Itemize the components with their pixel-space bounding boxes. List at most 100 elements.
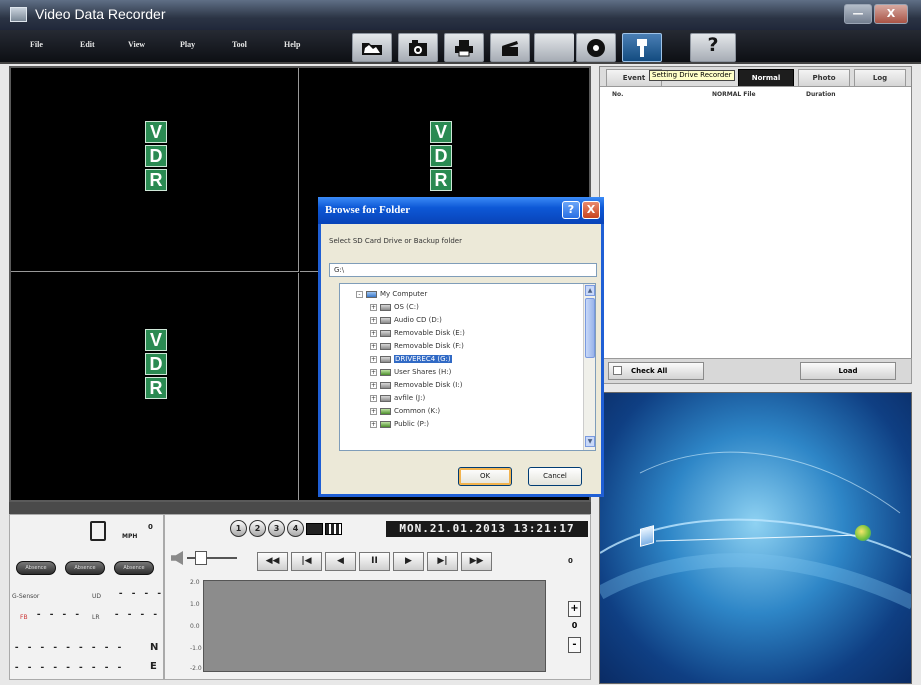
file-list-panel: Event Normal Photo Log Setting Drive Rec… [599, 66, 912, 384]
column-duration[interactable]: Duration [806, 91, 836, 98]
help-button[interactable]: ? [690, 33, 736, 62]
volume-slider-thumb[interactable] [195, 551, 207, 565]
drive-icon [380, 381, 391, 389]
minimize-button[interactable]: — [844, 4, 872, 24]
rewind-button[interactable]: ◀◀ [257, 552, 288, 571]
menu-help[interactable]: Help [284, 40, 300, 49]
tree-item[interactable]: + Removable Disk (I:) [370, 379, 462, 391]
close-button[interactable]: X [874, 4, 908, 24]
logo-letter-r: R [145, 377, 167, 399]
tree-scrollbar[interactable]: ▲ ▼ [583, 284, 595, 450]
clip-button[interactable] [490, 33, 530, 62]
tree-item[interactable]: + avfile (J:) [370, 392, 425, 404]
tree-item-my-computer[interactable]: - My Computer [356, 288, 427, 300]
volume-icon [171, 551, 183, 565]
menu-edit[interactable]: Edit [80, 40, 95, 49]
logo-letter-v: V [145, 121, 167, 143]
disc-button[interactable] [576, 33, 616, 62]
tree-label: Audio CD (D:) [394, 316, 442, 324]
drive-icon [380, 303, 391, 311]
tree-item[interactable]: + Public (P:) [370, 418, 429, 430]
tree-item[interactable]: + User Shares (H:) [370, 366, 451, 378]
y-tick-label: 0.0 [190, 623, 200, 630]
usb-icon [637, 39, 647, 57]
tree-label: Common (K:) [394, 407, 441, 415]
print-button[interactable] [444, 33, 484, 62]
drive-icon [380, 342, 391, 350]
separator-button [534, 33, 574, 62]
folder-tree[interactable]: - My Computer + OS (C:) + Audio CD (D:) + Re… [339, 283, 596, 451]
pause-button[interactable]: II [359, 552, 390, 571]
vdr-logo: V D R [430, 121, 452, 193]
window-title: Video Data Recorder [35, 6, 166, 22]
tab-photo[interactable]: Photo [798, 69, 850, 86]
next-button[interactable]: ▶| [427, 552, 458, 571]
tree-label: User Shares (H:) [394, 368, 452, 376]
start-marker-icon [640, 525, 654, 547]
browse-folder-dialog: Browse for Folder ? X Select SD Card Dri… [318, 197, 604, 497]
tree-item[interactable]: + OS (C:) [370, 301, 419, 313]
drive-icon [380, 394, 391, 402]
timeline-bar[interactable] [9, 502, 591, 514]
tree-item[interactable]: + Removable Disk (E:) [370, 327, 465, 339]
check-all-button[interactable]: Check All [608, 362, 704, 380]
tab-normal[interactable]: Normal [738, 69, 794, 86]
previous-button[interactable]: |◀ [291, 552, 322, 571]
ud-label: UD [92, 593, 102, 600]
video-data-recorder-window: Video Data Recorder — X File Edit View P… [0, 0, 921, 685]
fb-label: FB [20, 614, 28, 621]
column-no[interactable]: No. [612, 91, 623, 98]
channel-4-button[interactable]: 4 [287, 520, 304, 537]
zoom-in-button[interactable]: + [568, 601, 581, 617]
g-sensor-graph[interactable] [203, 580, 546, 672]
dialog-close-button[interactable]: X [582, 201, 600, 219]
play-button[interactable]: ▶ [393, 552, 424, 571]
speed-indicator: 0 [148, 523, 153, 531]
load-button[interactable]: Load [800, 362, 896, 380]
network-drive-icon [380, 420, 391, 428]
fast-forward-button[interactable]: ▶▶ [461, 552, 492, 571]
menu-tool[interactable]: Tool [232, 40, 247, 49]
scroll-down-icon[interactable]: ▼ [585, 436, 595, 447]
datetime-display: MON.21.01.2013 13:21:17 [386, 521, 588, 537]
logo-letter-r: R [430, 169, 452, 191]
video-channel-1[interactable]: V D R [11, 68, 299, 272]
tree-item[interactable]: + Removable Disk (F:) [370, 340, 464, 352]
folder-path-field[interactable]: G:\ [329, 263, 597, 277]
logo-letter-d: D [430, 145, 452, 167]
dialog-help-button[interactable]: ? [562, 201, 580, 219]
device-settings-button[interactable] [622, 33, 662, 62]
menu-play[interactable]: Play [180, 40, 195, 49]
east-value: - - - - - - - - - [14, 663, 124, 673]
cancel-button[interactable]: Cancel [528, 467, 582, 486]
playback-panel: 1 2 3 4 MON.21.01.2013 13:21:17 ◀◀ |◀ ◀ … [164, 514, 591, 680]
channel-1-button[interactable]: 1 [230, 520, 247, 537]
logo-letter-d: D [145, 353, 167, 375]
menu-toolbar: File Edit View Play Tool Help ? [0, 30, 921, 64]
video-channel-3[interactable]: V D R [11, 273, 299, 500]
checkbox[interactable] [613, 366, 622, 375]
menu-view[interactable]: View [128, 40, 145, 49]
tab-log[interactable]: Log [854, 69, 906, 86]
ok-button[interactable]: OK [458, 467, 512, 486]
channel-2-button[interactable]: 2 [249, 520, 266, 537]
scroll-thumb[interactable] [585, 298, 595, 358]
step-back-button[interactable]: ◀ [325, 552, 356, 571]
tree-item[interactable]: + Audio CD (D:) [370, 314, 442, 326]
zoom-out-button[interactable]: - [568, 637, 581, 653]
quad-view-button[interactable] [325, 523, 342, 535]
snapshot-button[interactable] [398, 33, 438, 62]
open-folder-button[interactable] [352, 33, 392, 62]
logo-letter-r: R [145, 169, 167, 191]
single-view-button[interactable] [306, 523, 323, 535]
column-normal-file[interactable]: NORMAL File [712, 91, 756, 98]
camera-icon [409, 40, 427, 56]
tree-item[interactable]: + Common (K:) [370, 405, 440, 417]
channel-3-button[interactable]: 3 [268, 520, 285, 537]
drive-icon [380, 329, 391, 337]
tree-item-selected[interactable]: + DRIVEREC4 (G:) [370, 353, 452, 365]
menu-file[interactable]: File [30, 40, 43, 49]
title-bar: Video Data Recorder — X [0, 0, 921, 30]
scroll-up-icon[interactable]: ▲ [585, 285, 595, 296]
map-preview[interactable] [599, 392, 912, 684]
